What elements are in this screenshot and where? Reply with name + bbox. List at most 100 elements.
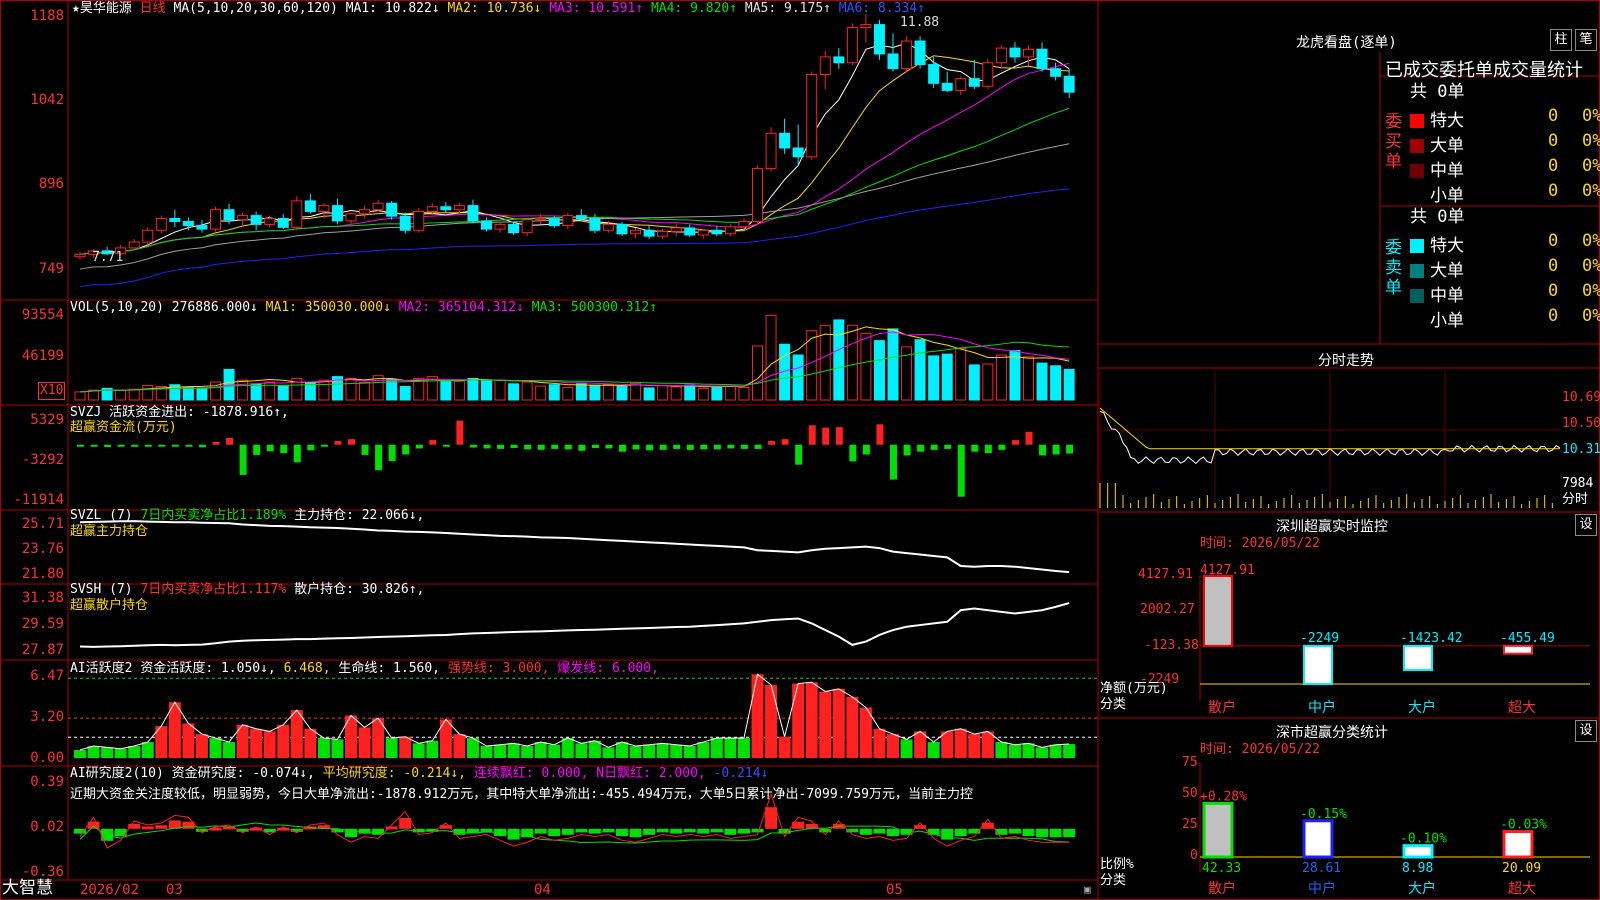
candle[interactable] bbox=[548, 218, 560, 227]
activity-bar[interactable] bbox=[643, 744, 656, 758]
volume-bar[interactable] bbox=[846, 324, 858, 401]
volume-bar[interactable] bbox=[670, 386, 682, 401]
activity-bar[interactable] bbox=[575, 743, 588, 758]
research-bar[interactable] bbox=[656, 828, 669, 833]
candle[interactable] bbox=[1036, 48, 1048, 70]
money-flow-bar[interactable] bbox=[971, 444, 979, 452]
volume-bar[interactable] bbox=[142, 385, 154, 401]
activity-bar[interactable] bbox=[250, 728, 263, 758]
money-flow-bar[interactable] bbox=[348, 439, 355, 445]
money-flow-bar[interactable] bbox=[1039, 444, 1047, 456]
activity-bar[interactable] bbox=[805, 682, 818, 758]
activity-bar[interactable] bbox=[954, 728, 967, 758]
volume-bar[interactable] bbox=[508, 383, 520, 401]
volume-bar[interactable] bbox=[860, 332, 872, 401]
classify-bar-0[interactable] bbox=[1202, 801, 1234, 859]
candle[interactable] bbox=[901, 40, 913, 70]
activity-bar[interactable] bbox=[263, 731, 276, 758]
volume-bar[interactable] bbox=[575, 383, 587, 401]
candle[interactable] bbox=[995, 47, 1007, 64]
activity-bar[interactable] bbox=[304, 728, 317, 758]
volume-bar[interactable] bbox=[548, 384, 560, 401]
money-flow-bar[interactable] bbox=[361, 444, 369, 455]
money-flow-bar[interactable] bbox=[1052, 444, 1060, 455]
volume-bar[interactable] bbox=[562, 386, 574, 401]
volume-bar[interactable] bbox=[819, 324, 831, 401]
monitor-settings-button[interactable]: 设 bbox=[1575, 514, 1597, 536]
candle[interactable] bbox=[426, 206, 438, 212]
candle[interactable] bbox=[602, 223, 614, 231]
candle[interactable] bbox=[873, 24, 885, 55]
money-flow-bar[interactable] bbox=[334, 441, 342, 445]
candle[interactable] bbox=[752, 168, 763, 222]
volume-bar[interactable] bbox=[914, 339, 926, 401]
activity-bar[interactable] bbox=[778, 736, 791, 758]
money-flow-bar[interactable] bbox=[930, 444, 938, 450]
candle[interactable] bbox=[1009, 47, 1021, 58]
volume-bar[interactable] bbox=[982, 363, 994, 401]
volume-bar[interactable] bbox=[467, 377, 479, 401]
candle[interactable] bbox=[182, 220, 194, 227]
activity-bar[interactable] bbox=[751, 674, 764, 758]
research-bar[interactable] bbox=[737, 828, 750, 834]
money-flow-bar[interactable] bbox=[862, 444, 870, 455]
activity-bar[interactable] bbox=[697, 742, 710, 758]
money-flow-bar[interactable] bbox=[537, 444, 545, 450]
activity-bar[interactable] bbox=[995, 742, 1008, 758]
research-bar[interactable] bbox=[859, 828, 872, 835]
volume-bar[interactable] bbox=[1036, 362, 1048, 401]
activity-bar[interactable] bbox=[602, 747, 615, 758]
money-flow-bar[interactable] bbox=[646, 444, 654, 451]
candle[interactable] bbox=[657, 230, 669, 237]
volume-bar[interactable] bbox=[657, 385, 669, 401]
activity-bar[interactable] bbox=[331, 739, 344, 758]
candle[interactable] bbox=[345, 213, 357, 222]
volume-bar[interactable] bbox=[494, 379, 506, 401]
activity-bar[interactable] bbox=[981, 731, 994, 758]
candle[interactable] bbox=[304, 200, 316, 212]
money-flow-bar[interactable] bbox=[659, 444, 667, 450]
money-flow-bar[interactable] bbox=[456, 420, 464, 445]
candle[interactable] bbox=[575, 215, 587, 220]
candle[interactable] bbox=[386, 202, 398, 217]
candle[interactable] bbox=[643, 229, 655, 237]
volume-bar[interactable] bbox=[616, 386, 628, 401]
candle[interactable] bbox=[74, 253, 86, 258]
monitor-bar-3[interactable] bbox=[1503, 644, 1533, 655]
activity-bar[interactable] bbox=[1036, 747, 1049, 758]
money-flow-bar[interactable] bbox=[619, 444, 626, 452]
money-flow-bar[interactable] bbox=[253, 444, 261, 455]
money-flow-bar[interactable] bbox=[984, 444, 992, 454]
activity-bar[interactable] bbox=[358, 727, 371, 758]
volume-bar[interactable] bbox=[684, 384, 696, 401]
volume-bar[interactable] bbox=[630, 382, 642, 401]
money-flow-bar[interactable] bbox=[158, 444, 166, 447]
svzl-title[interactable]: SVZL (7) bbox=[70, 508, 133, 523]
candle[interactable] bbox=[535, 218, 547, 221]
main-chart-area[interactable]: 4127.91 散户 -2249 中户 -1423.42 大户 -455.49 超大 +0.28… bbox=[0, 0, 1600, 900]
money-flow-bar[interactable] bbox=[673, 444, 681, 449]
activity-bar[interactable] bbox=[480, 746, 493, 758]
research-bar[interactable] bbox=[683, 828, 696, 833]
money-flow-bar[interactable] bbox=[280, 444, 288, 454]
candle[interactable] bbox=[521, 219, 533, 234]
volume-bar[interactable] bbox=[643, 387, 655, 401]
candle[interactable] bbox=[697, 229, 709, 236]
money-flow-bar[interactable] bbox=[1011, 440, 1019, 445]
activity-bar[interactable] bbox=[927, 742, 940, 758]
activity-bar[interactable] bbox=[412, 743, 425, 758]
money-flow-bar[interactable] bbox=[442, 444, 450, 447]
activity-bar[interactable] bbox=[87, 746, 100, 758]
money-flow-bar[interactable] bbox=[185, 444, 193, 447]
volume-bar[interactable] bbox=[318, 379, 330, 401]
activity-bar[interactable] bbox=[846, 696, 859, 758]
candle[interactable] bbox=[128, 241, 140, 249]
candle[interactable] bbox=[711, 229, 723, 235]
research-bar[interactable] bbox=[561, 828, 574, 835]
volume-bar[interactable] bbox=[589, 384, 601, 401]
candle[interactable] bbox=[142, 229, 154, 243]
activity-bar[interactable] bbox=[345, 715, 357, 758]
candle[interactable] bbox=[318, 205, 330, 212]
activity-bar[interactable] bbox=[141, 742, 154, 758]
volume-bar[interactable] bbox=[765, 314, 777, 401]
